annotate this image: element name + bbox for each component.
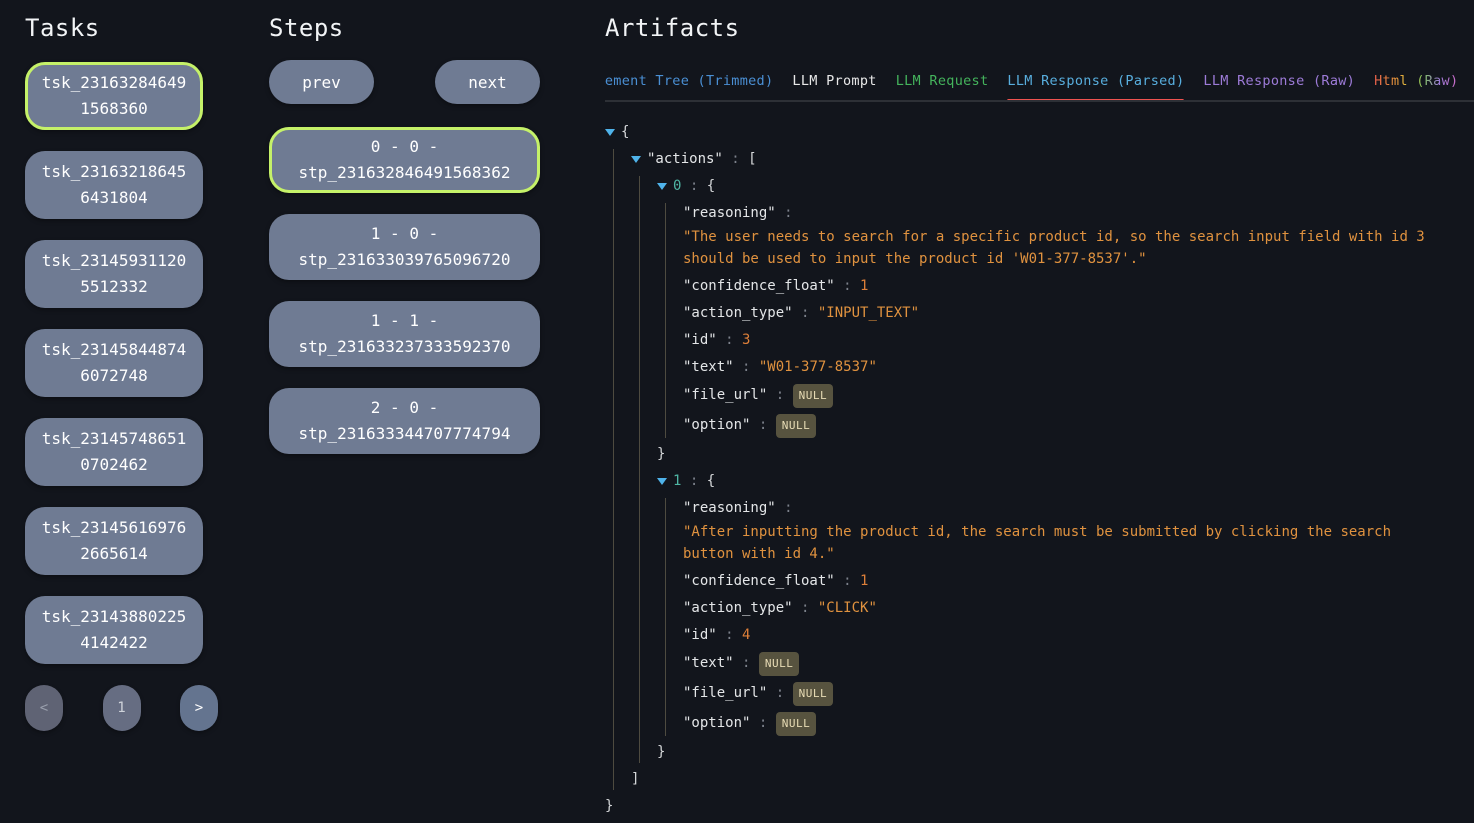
task-item[interactable]: tsk_231457486510702462 <box>25 418 203 486</box>
json-value: "The user needs to search for a specific… <box>683 226 1437 270</box>
null-badge: NULL <box>776 712 817 736</box>
tab-llm-prompt[interactable]: LLM Prompt <box>792 67 876 100</box>
prev-step-button[interactable]: prev <box>269 60 374 104</box>
tab-llm-request[interactable]: LLM Request <box>896 67 989 100</box>
pagination-prev-button[interactable]: < <box>25 685 63 731</box>
json-value: 4 <box>742 627 750 643</box>
collapse-icon[interactable] <box>631 156 641 163</box>
json-row: 0 : { <box>657 176 1437 197</box>
json-row: "text" : "W01-377-8537" <box>683 357 1437 378</box>
json-key: "actions" <box>647 151 723 167</box>
json-key: "id" <box>683 332 717 348</box>
json-row: } <box>657 742 1437 763</box>
json-key: "file_url" <box>683 387 767 403</box>
json-key: "id" <box>683 627 717 643</box>
task-item[interactable]: tsk_231438802254142422 <box>25 596 203 664</box>
json-key: "option" <box>683 417 750 433</box>
json-row: ] <box>631 769 1437 790</box>
task-item[interactable]: tsk_231458448746072748 <box>25 329 203 397</box>
artifacts-tabbar: Element Tree (Trimmed) LLM Prompt LLM Requ… <box>605 67 1474 102</box>
step-nav: prev next <box>269 60 540 104</box>
step-item[interactable]: 1 - 1 - stp_231633237333592370 <box>269 301 540 367</box>
json-key: "confidence_float" <box>683 278 835 294</box>
step-item[interactable]: 0 - 0 - stp_231632846491568362 <box>269 127 540 193</box>
collapse-icon[interactable] <box>605 129 615 136</box>
json-key: "file_url" <box>683 685 767 701</box>
tab-llm-response-raw[interactable]: LLM Response (Raw) <box>1203 67 1355 100</box>
json-row: } <box>605 796 1437 817</box>
collapse-icon[interactable] <box>657 183 667 190</box>
json-tree: { "actions" : [ 0 : { "reasoning" : "The us… <box>605 122 1437 817</box>
steps-title: Steps <box>269 14 540 42</box>
json-row: "option" : NULL <box>683 712 1437 736</box>
json-value: "INPUT_TEXT" <box>818 305 919 321</box>
json-row: "text" : NULL <box>683 652 1437 676</box>
json-row: "file_url" : NULL <box>683 682 1437 706</box>
pagination-next-button[interactable]: > <box>180 685 218 731</box>
task-item[interactable]: tsk_231459311205512332 <box>25 240 203 308</box>
json-value: 1 <box>860 573 868 589</box>
json-row: "action_type" : "CLICK" <box>683 598 1437 619</box>
json-value: "After inputting the product id, the sea… <box>683 521 1437 565</box>
artifacts-panel: Artifacts Element Tree (Trimmed) LLM Prom… <box>605 10 1474 823</box>
tasks-title: Tasks <box>25 14 218 42</box>
json-key: "reasoning" <box>683 205 776 221</box>
tab-element-tree-trimmed[interactable]: Element Tree (Trimmed) <box>605 67 773 100</box>
json-key: "action_type" <box>683 600 793 616</box>
pagination-page-button[interactable]: 1 <box>103 685 141 731</box>
json-row: } <box>657 444 1437 465</box>
task-item[interactable]: tsk_231456169762665614 <box>25 507 203 575</box>
json-value: 3 <box>742 332 750 348</box>
json-value: "CLICK" <box>818 600 877 616</box>
step-list: 0 - 0 - stp_231632846491568362 1 - 0 - st… <box>269 127 540 454</box>
tab-html-raw[interactable]: Html (Raw) <box>1374 67 1458 100</box>
json-row: "reasoning" : "The user needs to search … <box>683 203 1437 270</box>
step-item[interactable]: 1 - 0 - stp_231633039765096720 <box>269 214 540 280</box>
task-item[interactable]: tsk_231632846491568360 <box>25 62 203 130</box>
json-row: "id" : 3 <box>683 330 1437 351</box>
json-row: "reasoning" : "After inputting the produ… <box>683 498 1437 565</box>
next-step-button[interactable]: next <box>435 60 540 104</box>
json-row: "option" : NULL <box>683 414 1437 438</box>
json-key: "reasoning" <box>683 500 776 516</box>
json-row: "confidence_float" : 1 <box>683 571 1437 592</box>
json-value: 1 <box>860 278 868 294</box>
null-badge: NULL <box>793 682 834 706</box>
null-badge: NULL <box>759 652 800 676</box>
task-item[interactable]: tsk_231632186456431804 <box>25 151 203 219</box>
json-key: "option" <box>683 715 750 731</box>
json-row: "id" : 4 <box>683 625 1437 646</box>
json-row: "action_type" : "INPUT_TEXT" <box>683 303 1437 324</box>
json-key: "text" <box>683 655 734 671</box>
json-row: "actions" : [ <box>631 149 1437 170</box>
json-row: "confidence_float" : 1 <box>683 276 1437 297</box>
task-list: tsk_231632846491568360 tsk_23163218645643… <box>25 62 218 664</box>
null-badge: NULL <box>793 384 834 408</box>
json-row: { <box>605 122 1437 143</box>
json-key: "text" <box>683 359 734 375</box>
steps-panel: Steps prev next 0 - 0 - stp_231632846491… <box>269 10 540 475</box>
json-key: "confidence_float" <box>683 573 835 589</box>
tasks-pagination: < 1 > <box>25 685 218 731</box>
json-row: 1 : { <box>657 471 1437 492</box>
json-key: "action_type" <box>683 305 793 321</box>
step-item[interactable]: 2 - 0 - stp_231633344707774794 <box>269 388 540 454</box>
artifacts-title: Artifacts <box>605 14 1474 42</box>
tasks-panel: Tasks tsk_231632846491568360 tsk_23163218… <box>25 10 218 731</box>
json-row: "file_url" : NULL <box>683 384 1437 408</box>
tab-llm-response-parsed[interactable]: LLM Response (Parsed) <box>1007 67 1184 100</box>
collapse-icon[interactable] <box>657 478 667 485</box>
json-value: "W01-377-8537" <box>759 359 877 375</box>
null-badge: NULL <box>776 414 817 438</box>
